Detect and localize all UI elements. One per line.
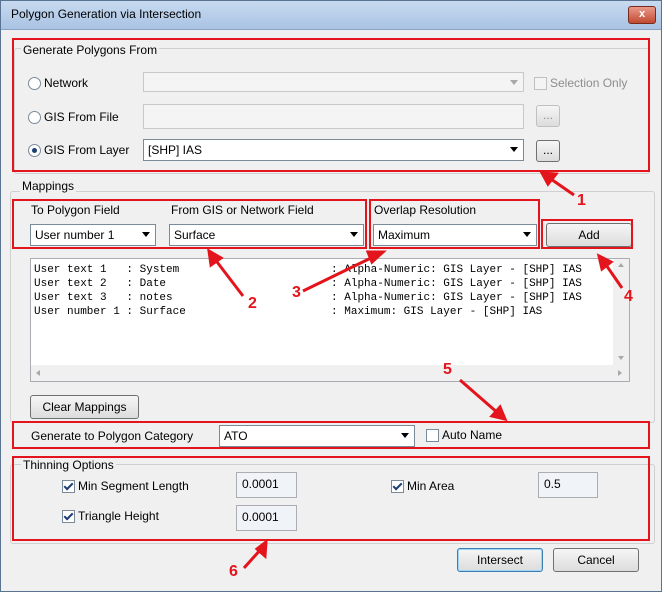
chevron-down-icon: [510, 147, 518, 152]
gis-layer-label: GIS From Layer: [44, 143, 130, 157]
gis-layer-value: [SHP] IAS: [148, 143, 203, 157]
chevron-down-icon: [523, 232, 531, 237]
gis-layer-radio[interactable]: [28, 144, 41, 157]
scroll-left-icon: [36, 370, 40, 376]
min-segment-checkbox[interactable]: [62, 480, 75, 493]
min-segment-value: 0.0001: [242, 477, 279, 491]
add-mapping-button[interactable]: Add: [546, 223, 632, 247]
triangle-height-label: Triangle Height: [78, 509, 159, 523]
chevron-down-icon: [350, 232, 358, 237]
polygon-category-combo[interactable]: ATO: [219, 425, 415, 447]
network-radio[interactable]: [28, 77, 41, 90]
mappings-label: Mappings: [20, 179, 77, 193]
scroll-down-icon: [618, 356, 624, 360]
min-area-value: 0.5: [544, 477, 561, 491]
polygon-category-label: Generate to Polygon Category: [31, 429, 194, 443]
to-polygon-field-combo[interactable]: User number 1: [30, 224, 156, 246]
selection-only-label: Selection Only: [550, 76, 628, 90]
window-title: Polygon Generation via Intersection: [11, 7, 202, 21]
vertical-scrollbar[interactable]: [613, 259, 629, 365]
network-label: Network: [44, 76, 89, 90]
title-bar: Polygon Generation via Intersection x: [1, 1, 661, 30]
to-polygon-field-label: To Polygon Field: [31, 203, 120, 217]
mappings-list[interactable]: User text 1 : System : Alpha-Numeric: GI…: [30, 258, 630, 382]
chevron-down-icon: [401, 433, 409, 438]
callout-2: 2: [248, 295, 257, 312]
to-polygon-field-value: User number 1: [35, 228, 115, 242]
intersect-button[interactable]: Intersect: [457, 548, 543, 572]
network-combo[interactable]: [143, 72, 524, 92]
callout-5: 5: [443, 361, 452, 378]
from-field-combo[interactable]: Surface: [169, 224, 364, 246]
clear-mappings-button[interactable]: Clear Mappings: [30, 395, 139, 419]
list-item[interactable]: User number 1 : Surface : Maximum: GIS L…: [34, 306, 542, 318]
scroll-up-icon: [618, 263, 624, 267]
overlap-label: Overlap Resolution: [374, 203, 477, 217]
min-area-label: Min Area: [407, 479, 455, 493]
min-segment-input[interactable]: 0.0001: [236, 472, 297, 498]
min-area-input[interactable]: 0.5: [538, 472, 598, 498]
chevron-down-icon: [142, 232, 150, 237]
list-item[interactable]: User text 1 : System : Alpha-Numeric: GI…: [34, 264, 582, 276]
overlap-value: Maximum: [378, 228, 431, 242]
gis-file-path-input[interactable]: [143, 104, 524, 129]
polygon-category-value: ATO: [224, 429, 248, 443]
auto-name-checkbox[interactable]: [426, 429, 439, 442]
callout-3: 3: [292, 284, 301, 301]
triangle-height-value: 0.0001: [242, 510, 279, 524]
dialog-window: Polygon Generation via Intersection x Ge…: [0, 0, 662, 592]
gis-file-radio[interactable]: [28, 111, 41, 124]
min-area-checkbox[interactable]: [391, 480, 404, 493]
gis-layer-browse-button[interactable]: ...: [536, 140, 560, 162]
list-item[interactable]: User text 3 : notes : Alpha-Numeric: GIS…: [34, 292, 582, 304]
triangle-height-input[interactable]: 0.0001: [236, 505, 297, 531]
overlap-combo[interactable]: Maximum: [373, 224, 537, 246]
gis-file-browse-button[interactable]: ...: [536, 105, 560, 127]
from-field-value: Surface: [174, 228, 216, 242]
callout-4: 4: [624, 288, 633, 305]
auto-name-label: Auto Name: [442, 428, 503, 442]
triangle-height-checkbox[interactable]: [62, 510, 75, 523]
callout-1: 1: [577, 192, 586, 209]
min-segment-label: Min Segment Length: [78, 479, 189, 493]
from-field-label: From GIS or Network Field: [171, 203, 314, 217]
list-item[interactable]: User text 2 : Date : Alpha-Numeric: GIS …: [34, 278, 582, 290]
generate-from-label: Generate Polygons From: [21, 43, 160, 57]
cancel-button[interactable]: Cancel: [553, 548, 639, 572]
thinning-label: Thinning Options: [21, 458, 116, 472]
chevron-down-icon: [510, 80, 518, 85]
gis-file-label: GIS From File: [44, 110, 119, 124]
horizontal-scrollbar[interactable]: [31, 365, 629, 381]
gis-layer-combo[interactable]: [SHP] IAS: [143, 139, 524, 161]
selection-only-checkbox[interactable]: [534, 77, 547, 90]
scroll-right-icon: [618, 370, 622, 376]
close-button[interactable]: x: [628, 6, 656, 24]
callout-6: 6: [229, 563, 238, 580]
